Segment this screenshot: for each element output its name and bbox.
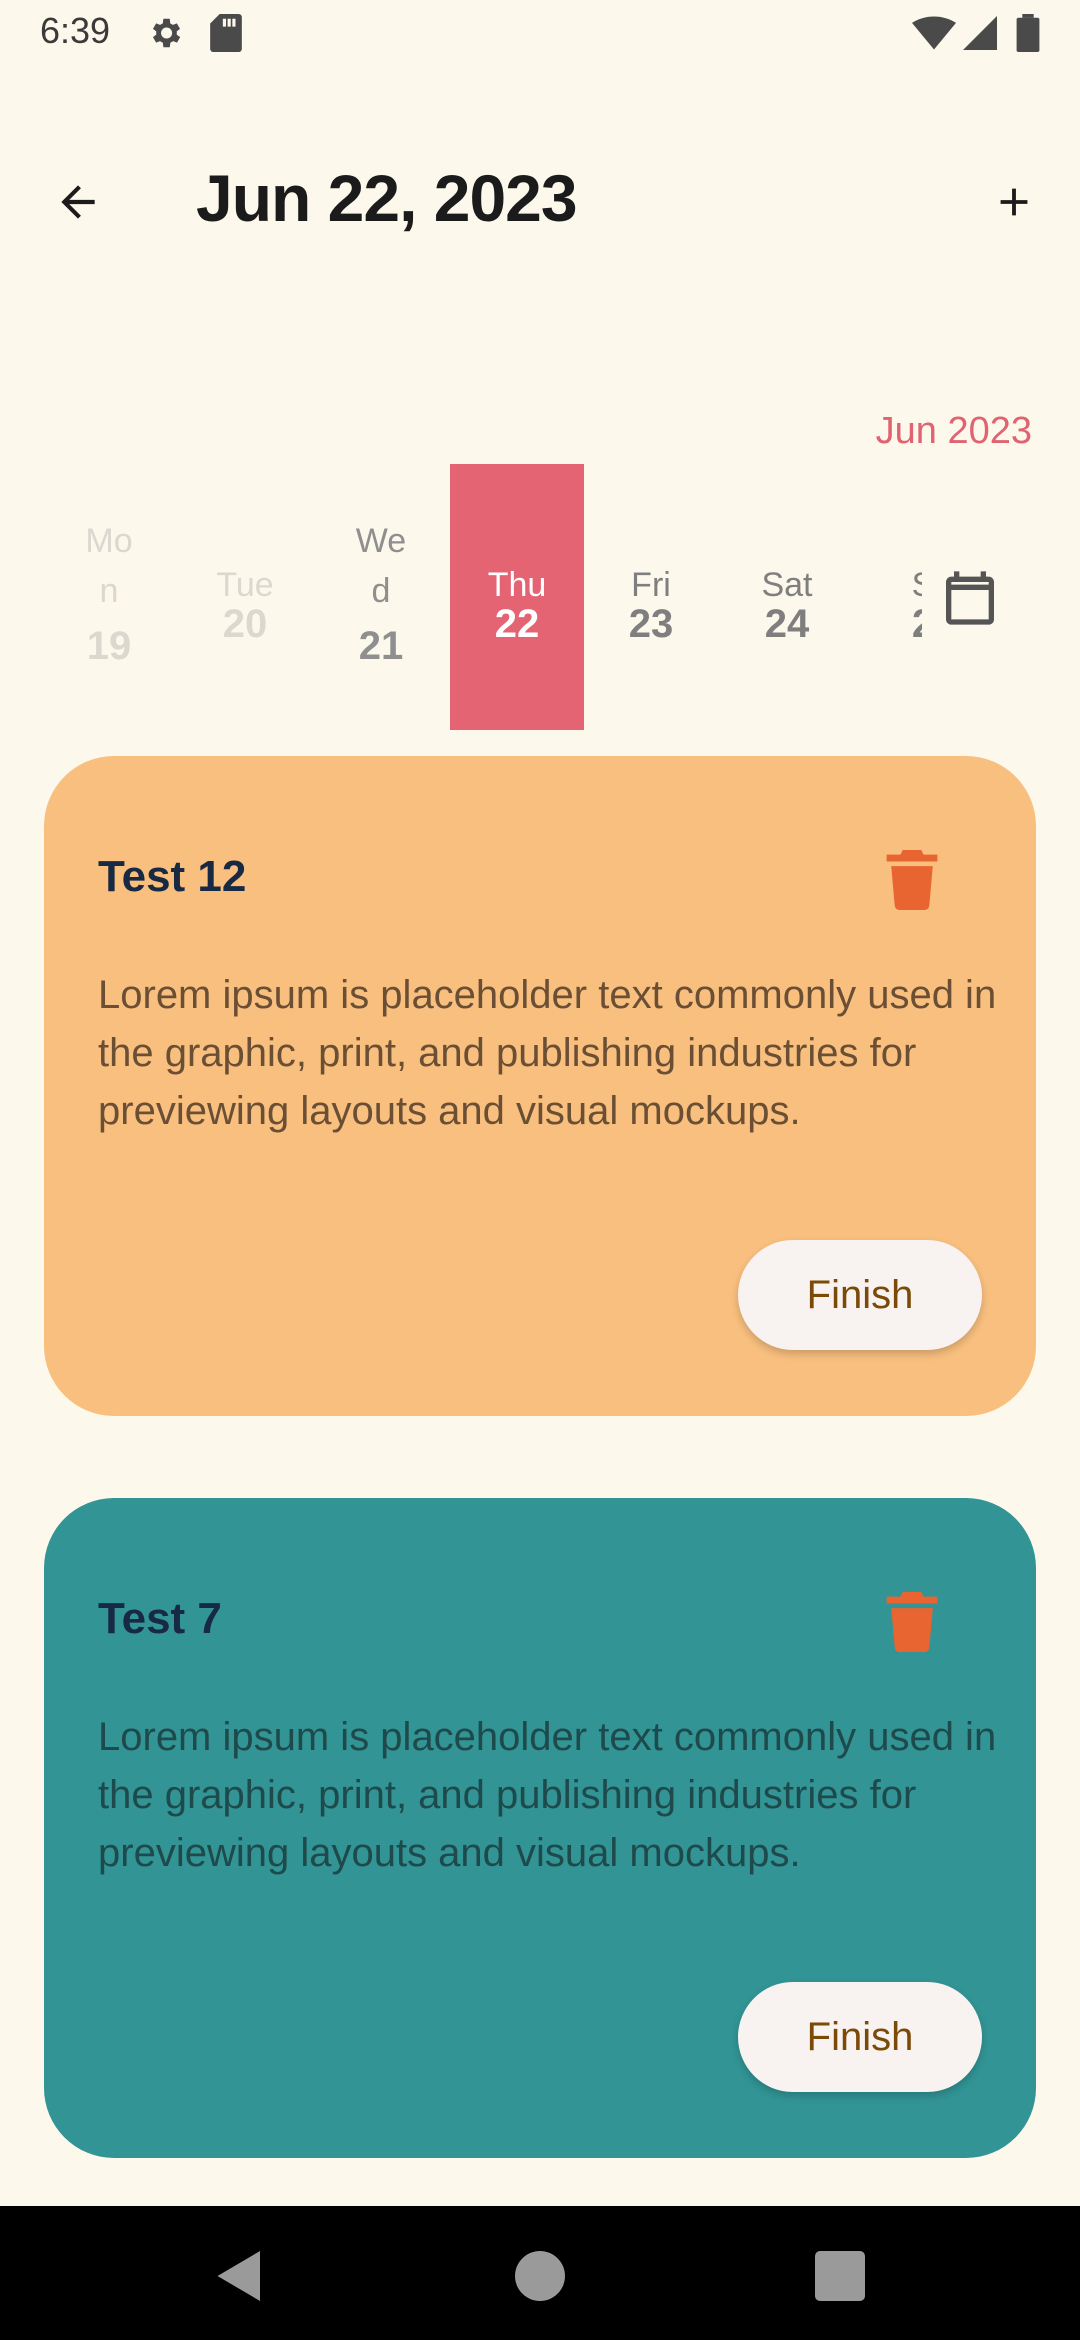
finish-button[interactable]: Finish — [738, 1240, 982, 1350]
day-name: Thu — [487, 566, 547, 604]
trash-icon[interactable] — [884, 1592, 940, 1652]
day-item-tue[interactable]: Tue 20 — [178, 464, 312, 730]
battery-icon — [1016, 14, 1040, 52]
trash-icon[interactable] — [884, 850, 940, 910]
back-arrow-icon — [61, 185, 95, 219]
day-item-mon[interactable]: Mo n 19 — [42, 464, 176, 730]
day-name: Tue — [216, 566, 274, 604]
finish-button[interactable]: Finish — [738, 1982, 982, 2092]
day-number: 22 — [494, 602, 540, 646]
day-item-thu-selected[interactable]: Thu 22 — [450, 464, 584, 730]
plus-icon — [1000, 188, 1028, 216]
sd-card-icon — [210, 14, 242, 52]
day-number: 23 — [628, 602, 674, 646]
wifi-icon — [912, 16, 956, 50]
page-title: Jun 22, 2023 — [196, 161, 578, 235]
nav-recents-icon[interactable] — [810, 2246, 870, 2306]
task-description: Lorem ipsum is placeholder text commonly… — [98, 973, 997, 1133]
day-item-sun[interactable]: S 2 — [856, 464, 922, 730]
navigation-bar — [0, 2206, 1080, 2340]
day-number: 21 — [358, 624, 404, 668]
signal-icon — [963, 16, 997, 50]
day-name: We d — [355, 522, 407, 610]
day-item-sat[interactable]: Sat 24 — [720, 464, 854, 730]
day-number: 24 — [764, 602, 810, 646]
day-item-fri[interactable]: Fri 23 — [584, 464, 718, 730]
status-time: 6:39 — [40, 10, 111, 51]
gear-icon — [152, 18, 181, 48]
screen: 6:39 Jun 22, 2023 Jun 2023 Mo n 19 Tue 2… — [0, 0, 1080, 2340]
back-button[interactable] — [40, 164, 116, 240]
task-description: Lorem ipsum is placeholder text commonly… — [98, 1715, 997, 1875]
nav-home-icon[interactable] — [510, 2246, 570, 2306]
task-card[interactable]: Test 7 Lorem ipsum is placeholder text c… — [44, 1498, 1036, 2158]
day-name: Fri — [631, 566, 671, 604]
month-label: Jun 2023 — [875, 410, 1032, 452]
task-card[interactable]: Test 12 Lorem ipsum is placeholder text … — [44, 756, 1036, 1416]
date-strip[interactable]: Mo n 19 Tue 20 We d 21 Thu 22 Fri 23 Sat… — [42, 464, 922, 730]
day-number: 19 — [86, 624, 132, 668]
nav-back-icon[interactable] — [210, 2246, 270, 2306]
calendar-icon[interactable] — [938, 566, 1002, 630]
day-number: 2 — [856, 602, 922, 647]
task-title: Test 12 — [98, 852, 247, 901]
task-title: Test 7 — [98, 1594, 222, 1643]
day-name: S — [856, 566, 922, 605]
day-item-wed[interactable]: We d 21 — [314, 464, 448, 730]
day-name: Sat — [761, 566, 813, 604]
status-bar: 6:39 — [0, 0, 1080, 66]
day-number: 20 — [222, 602, 268, 646]
day-name: Mo n — [85, 522, 133, 610]
add-task-button[interactable] — [976, 164, 1052, 240]
